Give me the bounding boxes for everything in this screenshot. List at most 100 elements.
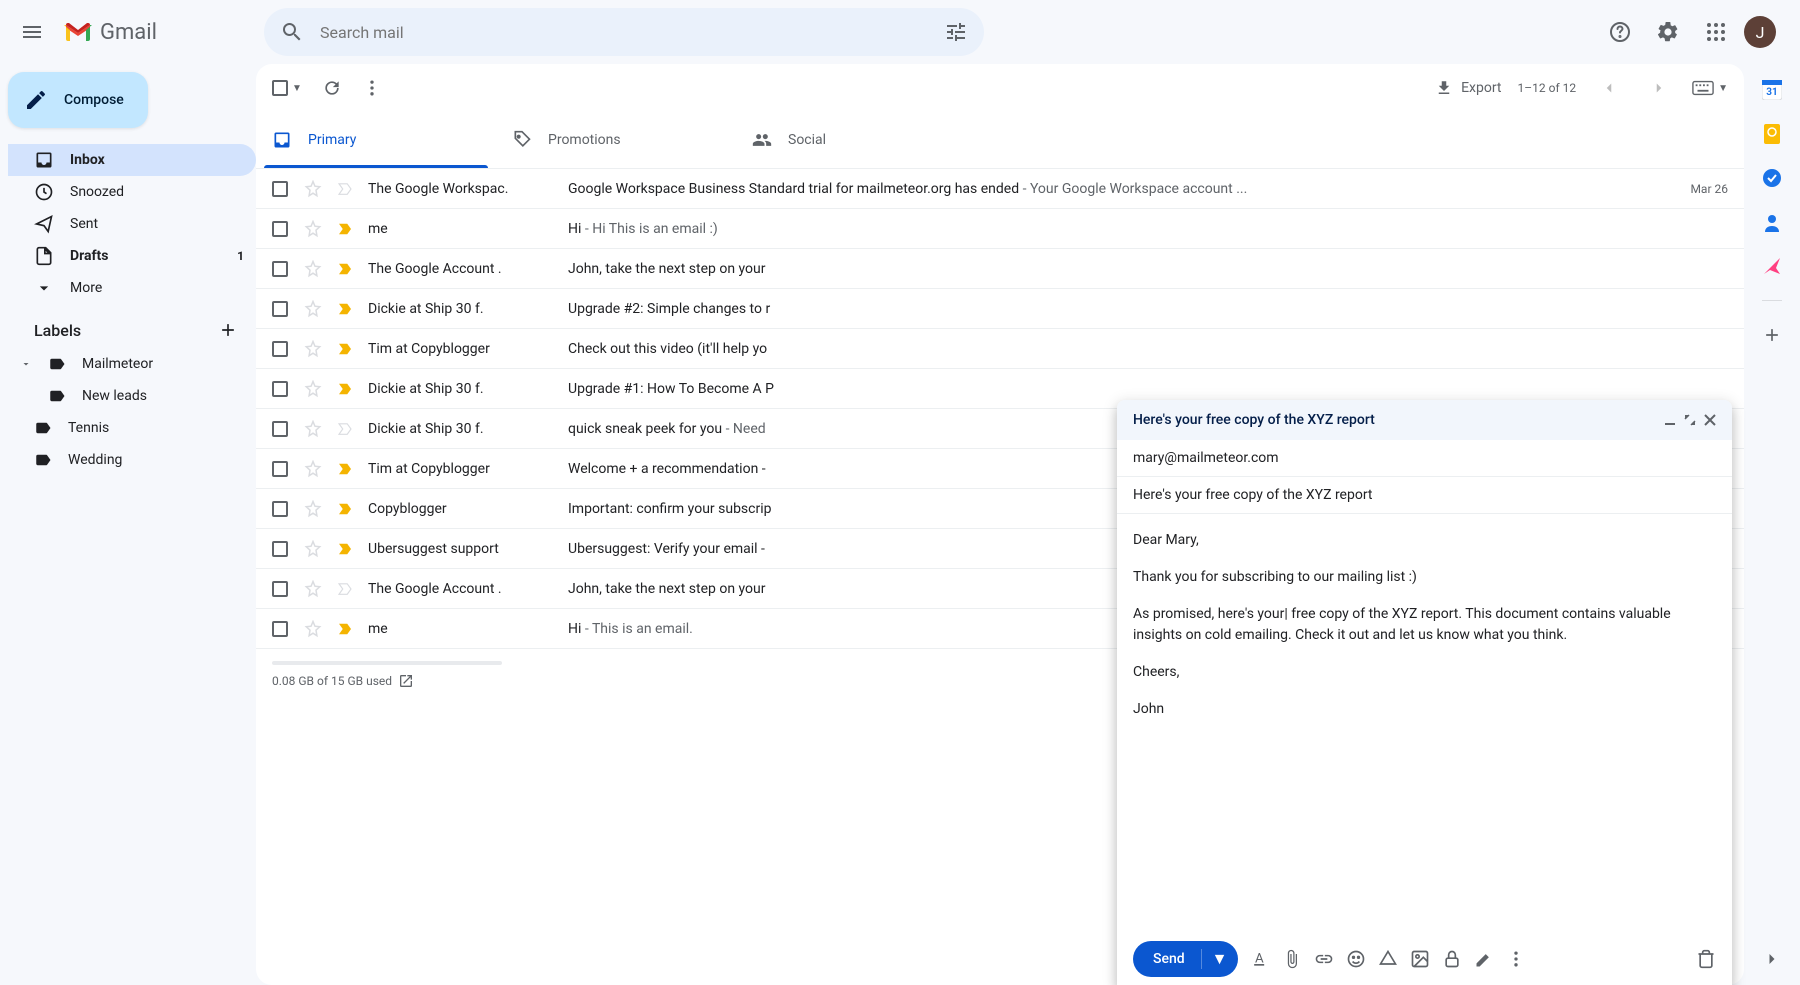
- account-avatar[interactable]: J: [1744, 16, 1776, 48]
- nav-snoozed[interactable]: Snoozed: [8, 176, 256, 208]
- row-star[interactable]: [304, 300, 324, 318]
- row-checkbox[interactable]: [272, 621, 292, 637]
- email-row[interactable]: Tim at CopybloggerCheck out this video (…: [256, 329, 1744, 369]
- search-icon[interactable]: [272, 12, 312, 52]
- row-important[interactable]: [336, 380, 356, 398]
- row-star[interactable]: [304, 580, 324, 598]
- label-wedding[interactable]: Wedding: [8, 444, 256, 476]
- select-dropdown-icon[interactable]: ▼: [292, 83, 302, 94]
- row-checkbox[interactable]: [272, 501, 292, 517]
- row-important[interactable]: [336, 300, 356, 318]
- row-star[interactable]: [304, 340, 324, 358]
- label-tennis[interactable]: Tennis: [8, 412, 256, 444]
- row-checkbox[interactable]: [272, 341, 292, 357]
- close-button[interactable]: [1704, 414, 1716, 426]
- apps-button[interactable]: [1696, 12, 1736, 52]
- attach-button[interactable]: [1282, 949, 1302, 969]
- row-star[interactable]: [304, 540, 324, 558]
- settings-button[interactable]: [1648, 12, 1688, 52]
- calendar-addon[interactable]: 31: [1762, 80, 1782, 100]
- search-options-icon[interactable]: [936, 12, 976, 52]
- row-checkbox[interactable]: [272, 181, 292, 197]
- keep-addon[interactable]: [1762, 124, 1782, 144]
- export-button[interactable]: Export: [1435, 79, 1501, 97]
- compose-header[interactable]: Here's your free copy of the XYZ report: [1117, 400, 1732, 440]
- minimize-button[interactable]: [1664, 414, 1676, 426]
- support-button[interactable]: [1600, 12, 1640, 52]
- gmail-logo[interactable]: Gmail: [56, 20, 157, 45]
- nav-more[interactable]: More: [8, 272, 256, 304]
- row-star[interactable]: [304, 220, 324, 238]
- row-important[interactable]: [336, 620, 356, 638]
- tab-primary[interactable]: Primary: [256, 112, 496, 168]
- confidential-button[interactable]: [1442, 949, 1462, 969]
- row-checkbox[interactable]: [272, 261, 292, 277]
- row-important[interactable]: [336, 460, 356, 478]
- row-checkbox[interactable]: [272, 421, 292, 437]
- link-button[interactable]: [1314, 949, 1334, 969]
- search-input[interactable]: [312, 23, 936, 42]
- add-label-icon[interactable]: [218, 320, 238, 340]
- hide-side-panel[interactable]: [1762, 949, 1782, 969]
- row-important[interactable]: [336, 420, 356, 438]
- row-star[interactable]: [304, 420, 324, 438]
- open-new-icon[interactable]: [398, 673, 414, 689]
- nav-sent[interactable]: Sent: [8, 208, 256, 240]
- pager-prev[interactable]: [1592, 79, 1626, 97]
- drive-button[interactable]: [1378, 949, 1398, 969]
- input-tools-button[interactable]: ▼: [1692, 80, 1728, 96]
- row-star[interactable]: [304, 460, 324, 478]
- formatting-button[interactable]: A: [1250, 949, 1270, 969]
- compose-subject-field[interactable]: Here's your free copy of the XYZ report: [1117, 477, 1732, 514]
- mailmeteor-addon[interactable]: [1762, 256, 1782, 276]
- refresh-button[interactable]: [322, 78, 342, 98]
- row-checkbox[interactable]: [272, 381, 292, 397]
- nav-inbox[interactable]: Inbox: [8, 144, 256, 176]
- side-panel: 31: [1744, 64, 1800, 345]
- row-important[interactable]: [336, 500, 356, 518]
- send-options[interactable]: ▼: [1201, 949, 1238, 969]
- image-button[interactable]: [1410, 949, 1430, 969]
- nav-drafts[interactable]: Drafts 1: [8, 240, 256, 272]
- row-checkbox[interactable]: [272, 301, 292, 317]
- get-addons[interactable]: [1762, 325, 1782, 345]
- signature-button[interactable]: [1474, 949, 1494, 969]
- pager-next[interactable]: [1642, 79, 1676, 97]
- compose-to-field[interactable]: mary@mailmeteor.com: [1117, 440, 1732, 477]
- select-all-checkbox[interactable]: ▼: [272, 80, 302, 96]
- row-star[interactable]: [304, 620, 324, 638]
- row-important[interactable]: [336, 220, 356, 238]
- row-star[interactable]: [304, 380, 324, 398]
- email-row[interactable]: Dickie at Ship 30 f.Upgrade #2: Simple c…: [256, 289, 1744, 329]
- row-important[interactable]: [336, 580, 356, 598]
- row-important[interactable]: [336, 340, 356, 358]
- label-new-leads[interactable]: New leads: [8, 380, 256, 412]
- contacts-addon[interactable]: [1762, 212, 1782, 232]
- compose-body[interactable]: Dear Mary, Thank you for subscribing to …: [1117, 514, 1732, 933]
- email-row[interactable]: The Google Account .John, take the next …: [256, 249, 1744, 289]
- more-button[interactable]: [362, 78, 382, 98]
- discard-button[interactable]: [1696, 949, 1716, 969]
- row-important[interactable]: [336, 540, 356, 558]
- tasks-addon[interactable]: [1762, 168, 1782, 188]
- row-checkbox[interactable]: [272, 221, 292, 237]
- row-important[interactable]: [336, 260, 356, 278]
- email-row[interactable]: meHi - Hi This is an email :): [256, 209, 1744, 249]
- main-menu-button[interactable]: [8, 8, 56, 56]
- row-star[interactable]: [304, 500, 324, 518]
- row-star[interactable]: [304, 260, 324, 278]
- label-mailmeteor[interactable]: Mailmeteor: [8, 348, 256, 380]
- emoji-button[interactable]: [1346, 949, 1366, 969]
- row-star[interactable]: [304, 180, 324, 198]
- tab-social[interactable]: Social: [736, 112, 976, 168]
- fullscreen-button[interactable]: [1684, 414, 1696, 426]
- compose-button[interactable]: Compose: [8, 72, 148, 128]
- row-checkbox[interactable]: [272, 541, 292, 557]
- row-important[interactable]: [336, 180, 356, 198]
- email-row[interactable]: The Google Workspac.Google Workspace Bus…: [256, 169, 1744, 209]
- send-button[interactable]: Send ▼: [1133, 941, 1238, 977]
- compose-more-button[interactable]: [1506, 949, 1526, 969]
- tab-promotions[interactable]: Promotions: [496, 112, 736, 168]
- row-checkbox[interactable]: [272, 461, 292, 477]
- row-checkbox[interactable]: [272, 581, 292, 597]
